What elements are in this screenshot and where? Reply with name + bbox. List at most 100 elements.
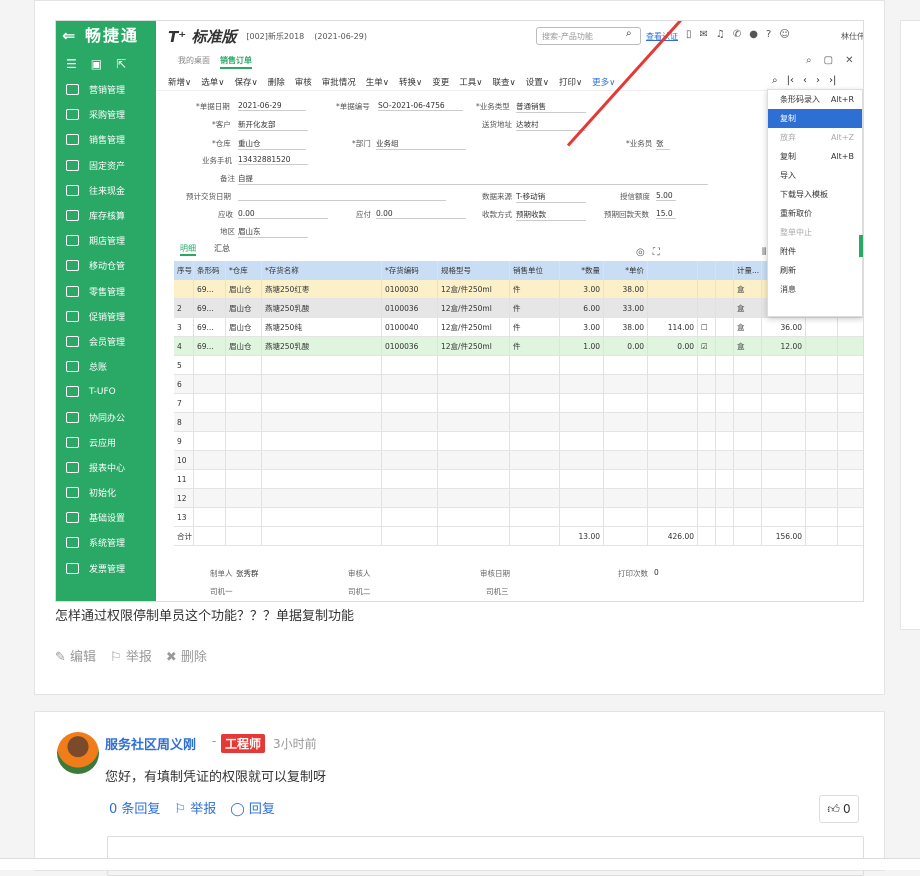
src-field[interactable]: T-移动销 xyxy=(516,191,586,203)
sidebar-item-6[interactable]: 期店管理 xyxy=(56,228,156,253)
sidebar-item-5[interactable]: 库存核算 xyxy=(56,203,156,228)
replies-count[interactable]: 0 条回复 xyxy=(109,798,160,817)
menu-item-0[interactable]: 条形码录入 Alt+R xyxy=(768,90,862,109)
phone-icon[interactable]: ✆ xyxy=(733,29,741,40)
toolbar-item-3[interactable]: 删除 xyxy=(268,76,285,88)
user-icon[interactable]: ☺ xyxy=(779,29,789,40)
sidebar-item-8[interactable]: 零售管理 xyxy=(56,279,156,304)
prev-icon[interactable]: ‹ xyxy=(803,75,807,86)
sidebar-item-17[interactable]: 基础设置 xyxy=(56,505,156,530)
days-field[interactable]: 15.0 xyxy=(656,209,676,219)
menu-item-7[interactable]: 整单中止 xyxy=(768,223,862,242)
toolbar-item-9[interactable]: 工具∨ xyxy=(459,76,482,88)
scroll-indicator[interactable] xyxy=(859,235,863,257)
no-field[interactable]: SO-2021-06-4756 xyxy=(378,101,463,111)
pay-field[interactable]: 预期收款 xyxy=(516,209,586,221)
ship-field[interactable]: 达坡村 xyxy=(516,119,586,131)
toolbar-item-1[interactable]: 选单∨ xyxy=(201,76,224,88)
sidebar-item-12[interactable]: T-UFO xyxy=(56,379,156,404)
deliv-field[interactable] xyxy=(238,191,446,201)
report-action[interactable]: ⚐ 举报 xyxy=(110,646,152,665)
menu-item-6[interactable]: 重新取价 xyxy=(768,204,862,223)
reply-author[interactable]: 服务社区周义刚 xyxy=(105,734,196,753)
table-row[interactable]: 2 69... 眉山仓 燕塘250乳酸 0100036 12盒/件250ml 件 6.00 33… xyxy=(174,299,863,318)
toolbar-item-2[interactable]: 保存∨ xyxy=(234,76,257,88)
table-row[interactable]: 69... 眉山仓 燕塘250红枣 0100030 12盒/件250ml 件 3.00 38.… xyxy=(174,280,863,299)
tab-detail[interactable]: 明细 xyxy=(180,243,196,256)
menu-icon[interactable]: ☰ xyxy=(66,57,77,71)
sidebar-item-11[interactable]: 总账 xyxy=(56,354,156,379)
avatar[interactable]: ● xyxy=(749,29,758,40)
table-row[interactable]: 8 xyxy=(174,413,863,432)
last-icon[interactable]: ›| xyxy=(829,75,836,86)
tab-sales-order[interactable]: 销售订单 xyxy=(220,55,252,69)
table-row[interactable]: 10 xyxy=(174,451,863,470)
first-icon[interactable]: |‹ xyxy=(787,75,794,86)
menu-item-3[interactable]: 复制 Alt+B xyxy=(768,147,862,166)
sidebar-item-16[interactable]: 初始化 xyxy=(56,480,156,505)
phone-field[interactable]: 13432881520 xyxy=(238,155,308,165)
remark-field[interactable]: 自提 xyxy=(238,173,708,185)
maximize-icon[interactable]: ▢ xyxy=(824,55,833,66)
like-button[interactable]: 👍︎ 0 xyxy=(819,795,859,823)
reply-input-box[interactable] xyxy=(107,836,864,876)
reply-link[interactable]: ◯ 回复 xyxy=(230,798,275,817)
recv-field[interactable]: 0.00 xyxy=(238,209,328,219)
table-row[interactable]: 3 69... 眉山仓 燕塘250纯 0100040 12盒/件250ml 件 3.00 38.… xyxy=(174,318,863,337)
wh-field[interactable]: 重山仓 xyxy=(238,138,306,150)
table-row[interactable]: 4 69... 眉山仓 燕塘250乳酸 0100036 12盒/件250ml 件 1.00 0.… xyxy=(174,337,863,356)
sidebar-item-15[interactable]: 报表中心 xyxy=(56,455,156,480)
help-icon[interactable]: ? xyxy=(766,29,771,40)
sidebar-item-4[interactable]: 往来现金 xyxy=(56,178,156,203)
sidebar-item-3[interactable]: 固定资产 xyxy=(56,153,156,178)
menu-item-9[interactable]: 刷新 xyxy=(768,261,862,280)
menu-item-5[interactable]: 下载导入模板 xyxy=(768,185,862,204)
toolbar-item-7[interactable]: 转换∨ xyxy=(399,76,422,88)
area-field[interactable]: 眉山东 xyxy=(238,226,308,238)
table-row[interactable]: 6 xyxy=(174,375,863,394)
edit-action[interactable]: ✎ 编辑 xyxy=(55,646,96,665)
table-row[interactable]: 9 xyxy=(174,432,863,451)
date-field[interactable]: 2021-06-29 xyxy=(238,101,306,111)
toolbar-item-0[interactable]: 新增∨ xyxy=(168,76,191,88)
toolbar-item-12[interactable]: 打印∨ xyxy=(559,76,582,88)
toolbar-item-6[interactable]: 生单∨ xyxy=(366,76,389,88)
table-row[interactable]: 13 xyxy=(174,508,863,527)
find-icon[interactable]: ⌕ xyxy=(772,75,778,86)
paid-field[interactable]: 0.00 xyxy=(376,209,466,219)
sidebar-item-9[interactable]: 促销管理 xyxy=(56,304,156,329)
table-row[interactable]: 7 xyxy=(174,394,863,413)
table-row[interactable]: 5 xyxy=(174,356,863,375)
tab-summary[interactable]: 汇总 xyxy=(214,243,230,256)
dept-field[interactable]: 业务组 xyxy=(376,138,466,150)
menu-item-1[interactable]: 复制 xyxy=(768,109,862,128)
cust-field[interactable]: 新开化友部 xyxy=(238,119,308,131)
sidebar-item-1[interactable]: 采购管理 xyxy=(56,102,156,127)
report-link[interactable]: ⚐ 举报 xyxy=(174,798,216,817)
toolbar-item-10[interactable]: 联查∨ xyxy=(492,76,515,88)
close-icon[interactable]: ✕ xyxy=(845,55,853,66)
message-icon[interactable]: ✉ xyxy=(700,29,708,40)
staff-field[interactable]: 张 xyxy=(656,138,670,150)
tab-desktop[interactable]: 我的桌面 xyxy=(178,55,210,69)
sidebar-item-14[interactable]: 云应用 xyxy=(56,430,156,455)
search-icon[interactable]: ⌕ xyxy=(626,28,632,39)
grid-icon[interactable]: ▣ xyxy=(91,57,102,71)
avatar[interactable] xyxy=(57,732,99,774)
grid-total-row[interactable]: 合计 13.00 426.00 156.00 xyxy=(174,527,863,546)
bell-icon[interactable]: ♫ xyxy=(716,29,725,40)
sidebar-item-13[interactable]: 协同办公 xyxy=(56,404,156,429)
menu-item-4[interactable]: 导入 xyxy=(768,166,862,185)
sidebar-item-19[interactable]: 发票管理 xyxy=(56,556,156,581)
search-icon[interactable]: ⌕ xyxy=(806,55,812,66)
next-icon[interactable]: › xyxy=(816,75,820,86)
table-row[interactable]: 11 xyxy=(174,470,863,489)
menu-item-8[interactable]: 附件 xyxy=(768,242,862,261)
scan-icon[interactable]: ⛶ xyxy=(653,247,660,258)
columns-icon[interactable]: ⫴ xyxy=(762,247,766,258)
sidebar-item-2[interactable]: 销售管理 xyxy=(56,127,156,152)
menu-item-2[interactable]: 放弃 Alt+Z xyxy=(768,128,862,147)
menu-item-10[interactable]: 消息 xyxy=(768,280,862,299)
biz-field[interactable]: 普通销售 xyxy=(516,101,586,113)
table-row[interactable]: 12 xyxy=(174,489,863,508)
